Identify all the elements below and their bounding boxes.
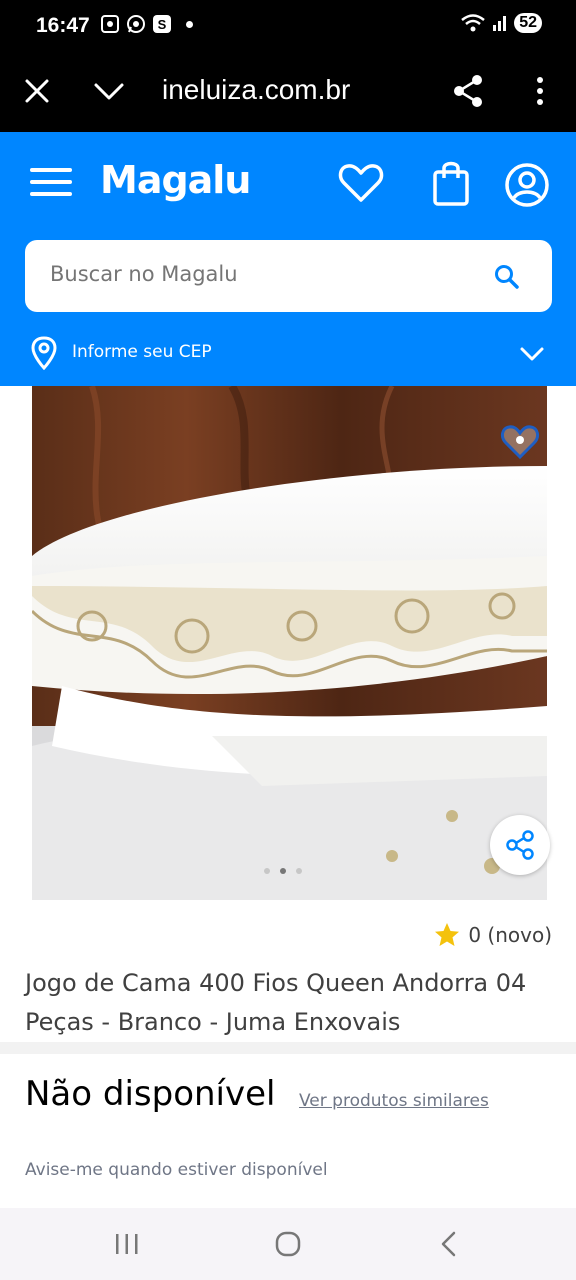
- more-vert-icon[interactable]: [528, 74, 552, 108]
- share-icon[interactable]: [452, 74, 484, 108]
- status-system-icons: 52: [460, 13, 542, 33]
- home-icon[interactable]: [274, 1230, 302, 1258]
- notify-me-text[interactable]: Avise-me quando estiver disponível: [25, 1160, 328, 1180]
- carousel-dot[interactable]: [264, 868, 270, 874]
- share-button[interactable]: [490, 815, 550, 875]
- shopping-bag-icon[interactable]: [432, 160, 470, 206]
- app-s-icon: S: [153, 15, 171, 33]
- cep-selector[interactable]: Informe seu CEP: [0, 332, 576, 376]
- availability-status: Não disponível: [25, 1074, 276, 1114]
- carousel-dot-active[interactable]: [280, 868, 286, 874]
- magalu-logo[interactable]: Magalu: [100, 158, 251, 202]
- location-pin-icon: [31, 336, 57, 370]
- screenshot-icon: [101, 15, 119, 33]
- product-title: Jogo de Cama 400 Fios Queen Andorra 04 P…: [25, 969, 527, 1036]
- notification-dot: [186, 20, 193, 28]
- product-image[interactable]: [32, 386, 547, 900]
- similar-products-link[interactable]: Ver produtos similares: [299, 1091, 489, 1111]
- search-bar[interactable]: [25, 240, 552, 312]
- close-icon[interactable]: [22, 76, 52, 106]
- menu-icon[interactable]: [30, 166, 72, 198]
- status-notification-icons: S: [100, 14, 193, 34]
- status-bar: 16:47 S 52: [0, 0, 576, 52]
- favorite-heart-icon[interactable]: [500, 422, 540, 462]
- whatsapp-icon: [127, 15, 145, 33]
- search-icon[interactable]: [494, 264, 520, 290]
- star-icon: [435, 923, 460, 946]
- chevron-down-icon[interactable]: [518, 344, 546, 364]
- share-icon: [506, 830, 534, 860]
- user-icon[interactable]: [504, 162, 550, 208]
- svg-text:S: S: [158, 17, 167, 32]
- heart-icon[interactable]: [338, 162, 384, 204]
- android-nav-bar: [0, 1208, 576, 1280]
- recent-apps-icon[interactable]: [114, 1232, 140, 1256]
- site-header: Magalu Informe seu CEP: [0, 132, 576, 386]
- carousel-dots[interactable]: [264, 868, 302, 874]
- product-rating[interactable]: 0 (novo): [434, 922, 552, 948]
- wifi-icon: [461, 14, 485, 32]
- back-icon[interactable]: [438, 1230, 460, 1258]
- signal-icon: [493, 16, 507, 31]
- section-divider: [0, 1042, 576, 1054]
- status-time: 16:47: [36, 14, 90, 37]
- carousel-dot[interactable]: [296, 868, 302, 874]
- browser-toolbar: ineluiza.com.br: [0, 52, 576, 132]
- cep-label: Informe seu CEP: [72, 342, 212, 362]
- rating-text: 0 (novo): [468, 923, 552, 947]
- chevron-down-icon[interactable]: [92, 76, 126, 106]
- search-input[interactable]: [50, 262, 470, 286]
- battery-indicator: 52: [514, 13, 542, 33]
- url-text[interactable]: ineluiza.com.br: [162, 74, 350, 106]
